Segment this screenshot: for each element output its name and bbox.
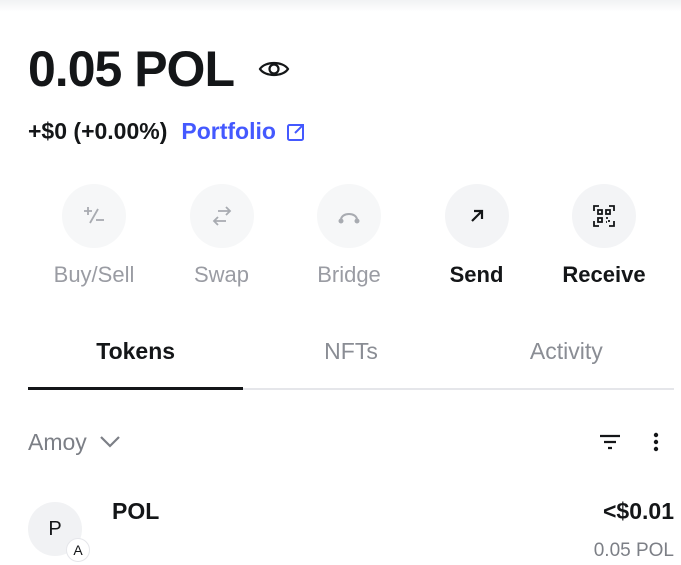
network-label: Amoy: [28, 428, 87, 455]
token-name: POL: [112, 498, 160, 524]
tab-nfts[interactable]: NFTs: [243, 330, 458, 388]
token-row[interactable]: P A POL <$0.01 0.05 POL: [28, 492, 674, 562]
token-amount: 0.05 POL: [593, 540, 674, 561]
portfolio-link[interactable]: Portfolio: [181, 118, 306, 145]
more-options-icon[interactable]: [638, 424, 674, 460]
network-badge: A: [66, 538, 90, 562]
send-label: Send: [449, 262, 504, 287]
buy-sell-label: Buy/Sell: [53, 262, 135, 287]
filter-icon[interactable]: [592, 424, 628, 460]
buy-sell-button[interactable]: Buy/Sell: [34, 184, 154, 288]
balance-amount: 0.05 POL: [28, 41, 235, 97]
swap-button[interactable]: Swap: [162, 184, 282, 288]
qr-code-icon: [572, 184, 636, 248]
balance-change: +$0 (+0.00%): [28, 118, 168, 144]
token-fiat-value: <$0.01: [603, 498, 674, 524]
tab-activity[interactable]: Activity: [459, 330, 674, 388]
change-row: +$0 (+0.00%) Portfolio: [28, 118, 306, 145]
bridge-button[interactable]: Bridge: [289, 184, 409, 288]
network-selector[interactable]: Amoy: [28, 429, 121, 456]
portfolio-link-label: Portfolio: [181, 118, 276, 144]
eye-icon[interactable]: [256, 51, 292, 87]
bridge-icon: [317, 184, 381, 248]
receive-button[interactable]: Receive: [544, 184, 664, 288]
network-row: Amoy: [28, 424, 674, 460]
top-strip: [0, 0, 681, 12]
plus-minus-icon: [62, 184, 126, 248]
send-button[interactable]: Send: [417, 184, 537, 288]
receive-label: Receive: [562, 262, 646, 287]
swap-label: Swap: [193, 262, 250, 287]
arrow-up-right-icon: [444, 184, 509, 248]
balance-row: 0.05 POL: [28, 44, 292, 94]
action-buttons: Buy/Sell Swap Bridge Send Receive: [34, 184, 664, 288]
swap-arrows-icon: [189, 184, 254, 248]
tab-tokens[interactable]: Tokens: [28, 330, 244, 390]
external-link-icon: [286, 123, 304, 141]
bridge-label: Bridge: [317, 262, 381, 287]
token-list-tools: [592, 424, 674, 460]
asset-tabs: Tokens NFTs Activity: [28, 330, 674, 390]
chevron-down-icon: [100, 436, 120, 448]
